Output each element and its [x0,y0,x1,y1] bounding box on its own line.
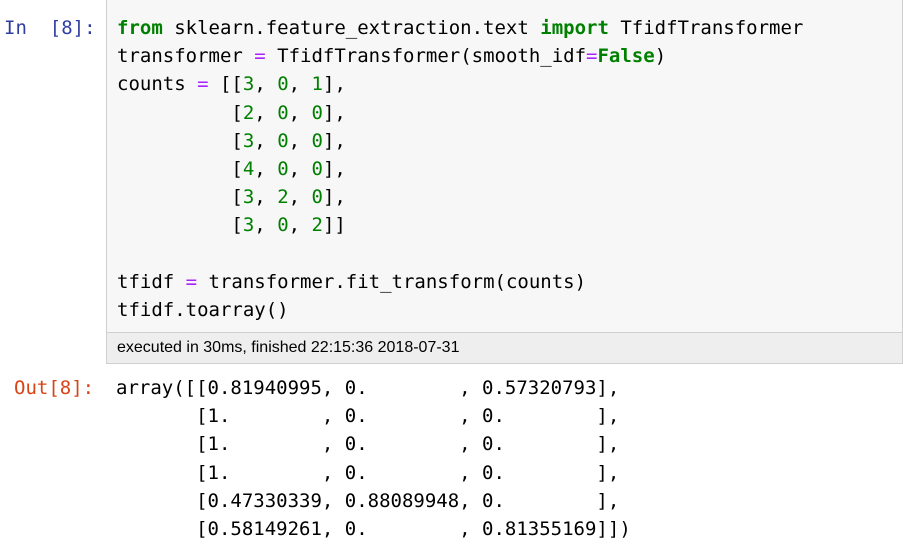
code-token: [[ [208,73,243,96]
code-token: TfidfTransformer(smooth_idf [265,45,587,68]
keyword-from: from [117,17,163,39]
code-token: tfidf [117,270,186,293]
count-value: 3 [242,73,255,96]
count-value: 3 [242,214,255,237]
code-token: tfidf.toarray() [117,299,289,322]
count-value: 0 [277,73,289,96]
code-token: counts [117,73,198,96]
count-value: 2 [242,101,255,124]
code-token: transformer [117,45,255,68]
count-value: 0 [277,158,289,181]
output-prompt: Out[8]: [14,377,95,399]
output-line: [1. , 0. , 0. ], [116,405,620,428]
execution-info-bar: executed in 30ms, finished 22:15:36 2018… [106,333,903,364]
operator-assign: = [185,270,198,293]
count-value: 0 [311,129,323,152]
output-line: [1. , 0. , 0. ], [116,461,620,484]
count-value: 0 [277,101,289,124]
module-path: sklearn.feature_extraction.text [162,17,541,39]
keyword-import: import [540,17,609,39]
output-line: array([[0.81940995, 0. , 0.57320793], [116,377,620,399]
code-editor[interactable]: from sklearn.feature_extraction.text imp… [106,0,903,333]
execution-info-text: executed in 30ms, finished 22:15:36 2018… [117,339,460,356]
code-token: transformer.fit_transform(counts) [197,270,587,293]
operator-assign: = [254,45,266,68]
count-value: 1 [311,73,323,96]
input-prompt: In [8]: [4,17,96,39]
keyword-false: False [597,45,655,68]
output-line: [0.47330339, 0.88089948, 0. ], [116,489,620,512]
count-value: 0 [277,129,289,152]
count-value: 3 [242,129,255,152]
count-value: 0 [311,101,323,124]
count-value: 0 [311,186,323,209]
code-token: ) [654,45,667,68]
count-value: 3 [242,186,255,209]
count-value: 2 [277,186,289,209]
import-name: TfidfTransformer [608,17,804,39]
code-text: from sklearn.feature_extraction.text imp… [117,17,804,322]
output-line: [1. , 0. , 0. ], [116,433,620,456]
count-value: 0 [277,214,289,237]
output-line: [0.58149261, 0. , 0.81355169]]) [116,518,631,541]
count-value: 4 [242,158,255,181]
output-text: array([[0.81940995, 0. , 0.57320793], [1… [116,374,631,543]
operator-assign: = [586,45,598,68]
count-value: 0 [311,158,323,181]
count-value: 2 [311,214,323,237]
operator-assign: = [197,73,209,96]
